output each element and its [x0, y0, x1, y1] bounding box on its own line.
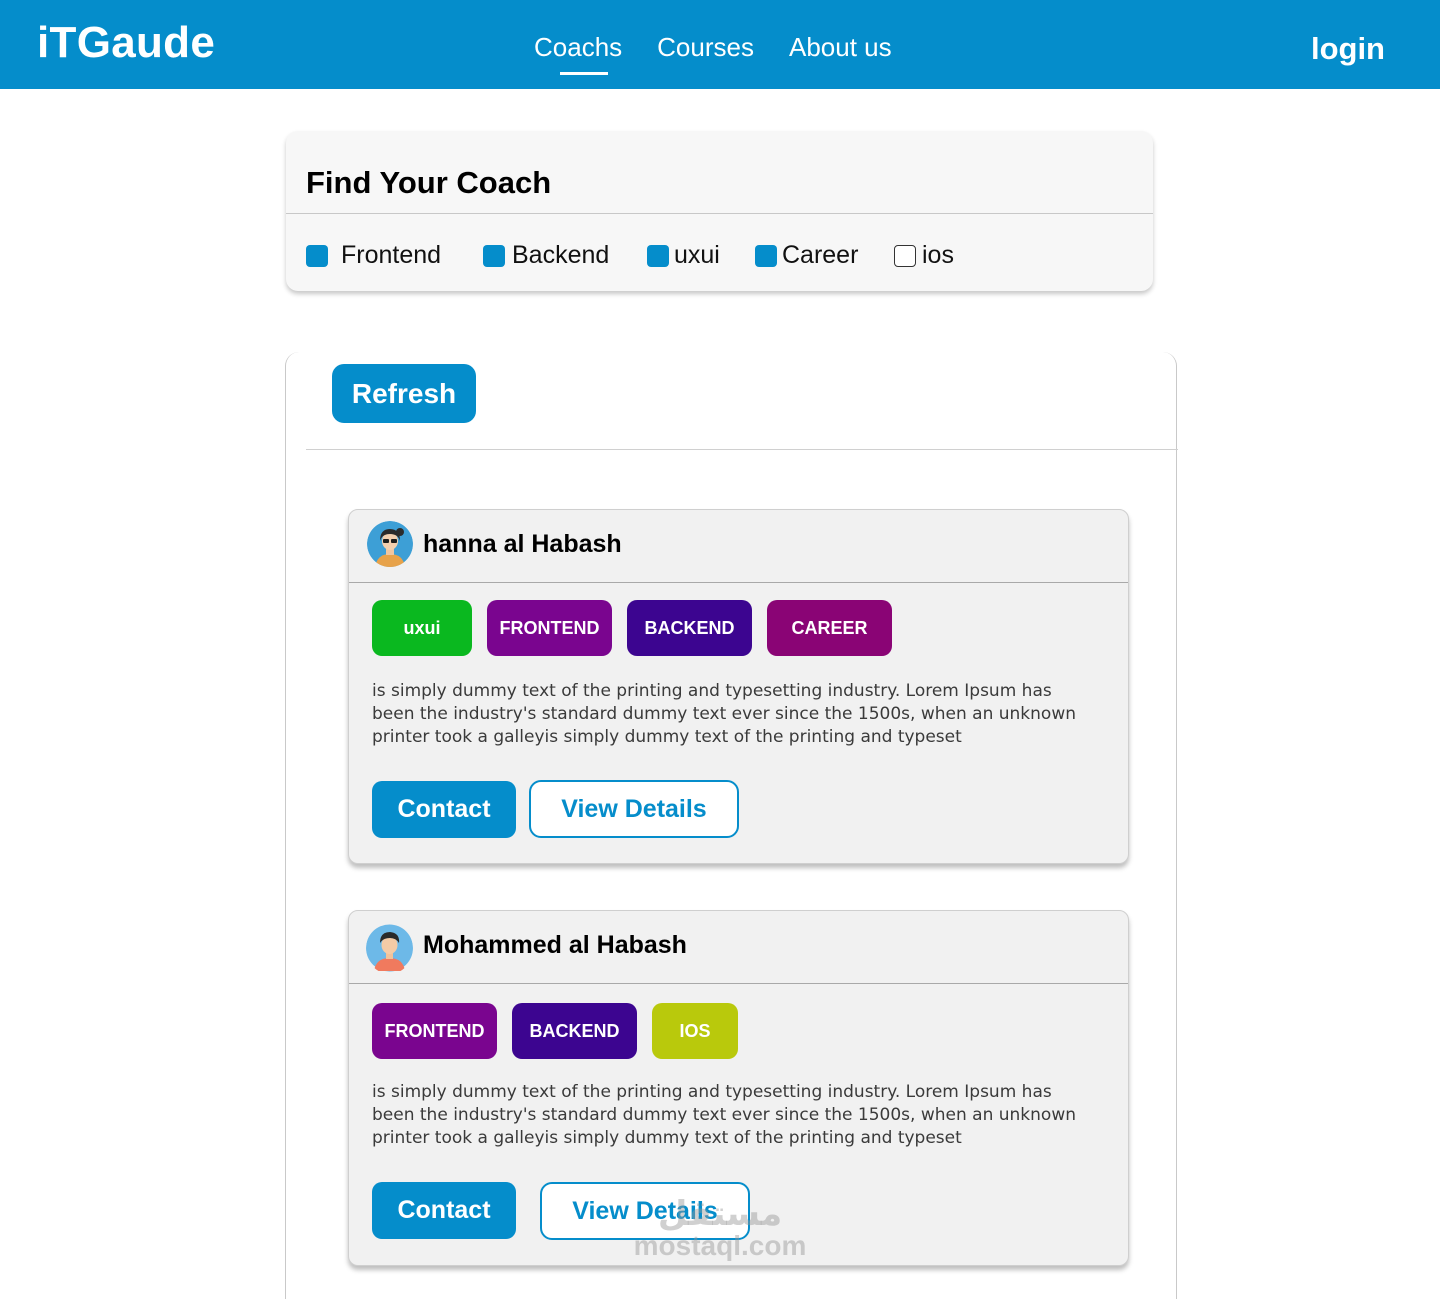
brand-logo[interactable]: iTGaude — [37, 18, 215, 68]
contact-button[interactable]: Contact — [372, 1182, 516, 1239]
filter-label-frontend: Frontend — [341, 241, 442, 269]
tag-backend: BACKEND — [627, 600, 752, 656]
checkbox-frontend[interactable] — [306, 244, 328, 267]
tag-career: CAREER — [767, 600, 892, 656]
coach-description: is simply dummy text of the printing and… — [372, 681, 1076, 747]
filter-label-backend: Backend — [512, 241, 610, 269]
login-link[interactable]: login — [1311, 31, 1385, 67]
checkbox-uxui[interactable] — [647, 244, 669, 267]
filter-option-career[interactable]: Career — [755, 241, 858, 270]
panel-divider — [306, 449, 1178, 450]
checkbox-ios[interactable] — [894, 244, 916, 267]
nav-about-us[interactable]: About us — [789, 31, 892, 63]
filter-divider — [286, 213, 1153, 214]
coach-card-header: hanna al Habash — [349, 510, 1128, 583]
filter-option-ios[interactable]: ios — [894, 241, 954, 270]
coach-description: is simply dummy text of the printing and… — [372, 1082, 1076, 1148]
filter-option-frontend[interactable]: Frontend — [306, 241, 441, 270]
coach-tags: uxui FRONTEND BACKEND CAREER — [372, 600, 907, 656]
view-details-button[interactable]: View Details — [529, 780, 739, 838]
tag-ios: IOS — [652, 1003, 738, 1059]
filter-label-uxui: uxui — [674, 241, 720, 269]
view-details-button[interactable]: View Details — [540, 1182, 750, 1240]
filter-label-career: Career — [782, 241, 859, 269]
checkbox-backend[interactable] — [483, 244, 505, 267]
main-nav: Coachs Courses About us — [534, 31, 927, 75]
coach-name: hanna al Habash — [423, 530, 622, 558]
tag-frontend: FRONTEND — [487, 600, 612, 656]
top-navbar: iTGaude Coachs Courses About us login — [0, 0, 1440, 89]
male-avatar-icon — [366, 923, 413, 974]
nav-courses[interactable]: Courses — [657, 31, 754, 63]
tag-frontend: FRONTEND — [372, 1003, 497, 1059]
coach-tags: FRONTEND BACKEND IOS — [372, 1003, 753, 1059]
tag-uxui: uxui — [372, 600, 472, 656]
checkbox-career[interactable] — [755, 244, 777, 267]
filter-option-uxui[interactable]: uxui — [647, 241, 720, 270]
nav-coachs[interactable]: Coachs — [534, 31, 622, 75]
contact-button[interactable]: Contact — [372, 781, 516, 838]
coach-card: hanna al Habash uxui FRONTEND BACKEND CA… — [348, 509, 1129, 864]
filter-card: Find Your Coach Frontend Backend uxui Ca… — [286, 131, 1153, 291]
refresh-button[interactable]: Refresh — [332, 364, 476, 423]
filter-title: Find Your Coach — [306, 165, 552, 200]
coach-card: Mohammed al Habash FRONTEND BACKEND IOS … — [348, 910, 1129, 1266]
female-avatar-icon — [367, 521, 413, 567]
tag-backend: BACKEND — [512, 1003, 637, 1059]
filter-option-backend[interactable]: Backend — [483, 241, 609, 270]
coach-name: Mohammed al Habash — [423, 931, 687, 959]
filter-label-ios: ios — [922, 241, 954, 269]
coach-card-header: Mohammed al Habash — [349, 911, 1128, 984]
